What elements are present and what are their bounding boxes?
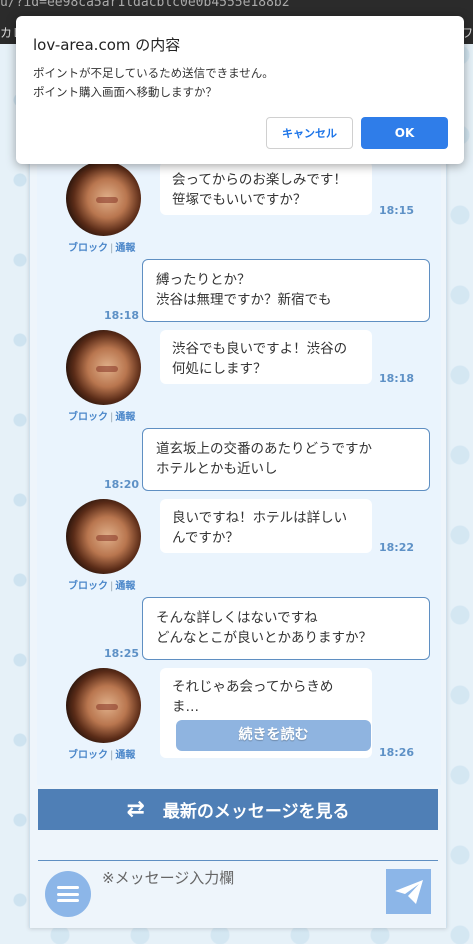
message-line: 縛ったりとか？ xyxy=(156,272,251,288)
message-line: それじゃあ会ってからきめ xyxy=(172,679,334,695)
dialog-message-line: ポイント購入画面へ移動しますか？ xyxy=(33,85,217,99)
incoming-message: 良いですね！ホテルは詳しい んですか？ xyxy=(160,499,372,553)
avatar[interactable] xyxy=(66,668,141,743)
avatar-links: ブロック | 通報 xyxy=(68,408,135,423)
message-input[interactable] xyxy=(96,867,379,915)
message-time: 18:15 xyxy=(379,204,415,217)
message-time: 18:25 xyxy=(104,647,140,660)
avatar-links: ブロック | 通報 xyxy=(68,577,135,592)
message-line: 笹塚でもいいですか？ xyxy=(172,192,307,208)
report-link[interactable]: 通報 xyxy=(115,581,135,592)
menu-button[interactable] xyxy=(45,871,91,917)
incoming-message: 渋谷でも良いですよ！渋谷の 何処にします？ xyxy=(160,330,372,384)
avatar-links: ブロック | 通報 xyxy=(68,746,135,761)
incoming-message: 会ってからのお楽しみです！ 笹塚でもいいですか？ xyxy=(160,161,372,215)
cancel-button[interactable]: キャンセル xyxy=(266,117,353,149)
url-text[interactable]: u/?id=ee98ca5ar1ldacblc0e0b4555e188b2 xyxy=(0,0,290,10)
message-line: 何処にします？ xyxy=(172,361,267,377)
message-line: そんな詳しくはないですね xyxy=(156,610,318,626)
dialog-title: lov-area.com の内容 xyxy=(33,36,181,54)
block-link[interactable]: ブロック xyxy=(68,750,108,761)
message-line: 渋谷は無理ですか？新宿でも xyxy=(156,292,332,308)
message-line: どんなとこが良いとかありますか？ xyxy=(156,630,372,646)
outgoing-message: 縛ったりとか？ 渋谷は無理ですか？新宿でも xyxy=(142,259,430,322)
avatar[interactable] xyxy=(66,330,141,405)
refresh-icon: ⇄ xyxy=(126,797,145,822)
message-time: 18:18 xyxy=(379,372,415,385)
outgoing-message: そんな詳しくはないですね どんなとこが良いとかありますか？ xyxy=(142,597,430,660)
block-link[interactable]: ブロック xyxy=(68,243,108,254)
alert-dialog: lov-area.com の内容 ポイントが不足しているため送信できません。 ポ… xyxy=(16,16,464,164)
message-time: 18:20 xyxy=(104,478,140,491)
report-link[interactable]: 通報 xyxy=(115,750,135,761)
message-line: 道玄坂上の交番のあたりどうですか xyxy=(156,441,372,457)
message-input-area xyxy=(38,860,438,928)
message-line: んですか？ xyxy=(172,530,239,546)
latest-messages-label: 最新のメッセージを見る xyxy=(162,802,350,822)
send-icon xyxy=(394,879,423,904)
hamburger-icon xyxy=(57,886,79,902)
block-link[interactable]: ブロック xyxy=(68,581,108,592)
report-link[interactable]: 通報 xyxy=(115,243,135,254)
avatar[interactable] xyxy=(66,499,141,574)
message-line: 良いですね！ホテルは詳しい xyxy=(172,510,348,526)
dialog-message-line: ポイントが不足しているため送信できません。 xyxy=(33,66,274,80)
report-link[interactable]: 通報 xyxy=(115,412,135,423)
message-time: 18:22 xyxy=(379,541,415,554)
message-time: 18:18 xyxy=(104,309,140,322)
ok-button[interactable]: OK xyxy=(361,117,448,149)
page-card: ブロック | 通報 会ってからのお楽しみです！ 笹塚でもいいですか？ 18:15 縛… xyxy=(29,40,447,928)
message-line: 渋谷でも良いですよ！渋谷の xyxy=(172,341,348,357)
send-button[interactable] xyxy=(386,869,431,914)
outgoing-message: 道玄坂上の交番のあたりどうですか ホテルとかも近いし xyxy=(142,428,430,491)
avatar[interactable] xyxy=(66,161,141,236)
dialog-message: ポイントが不足しているため送信できません。 ポイント購入画面へ移動しますか？ xyxy=(33,64,274,102)
message-time: 18:26 xyxy=(379,746,415,759)
message-line: ホテルとかも近いし xyxy=(156,461,278,477)
block-link[interactable]: ブロック xyxy=(68,412,108,423)
latest-messages-button[interactable]: ⇄ 最新のメッセージを見る xyxy=(38,789,438,830)
message-line: 会ってからのお楽しみです！ xyxy=(172,172,347,188)
read-more-button[interactable]: 続きを読む xyxy=(176,720,371,751)
message-line: ま… xyxy=(172,699,199,715)
avatar-links: ブロック | 通報 xyxy=(68,239,135,254)
